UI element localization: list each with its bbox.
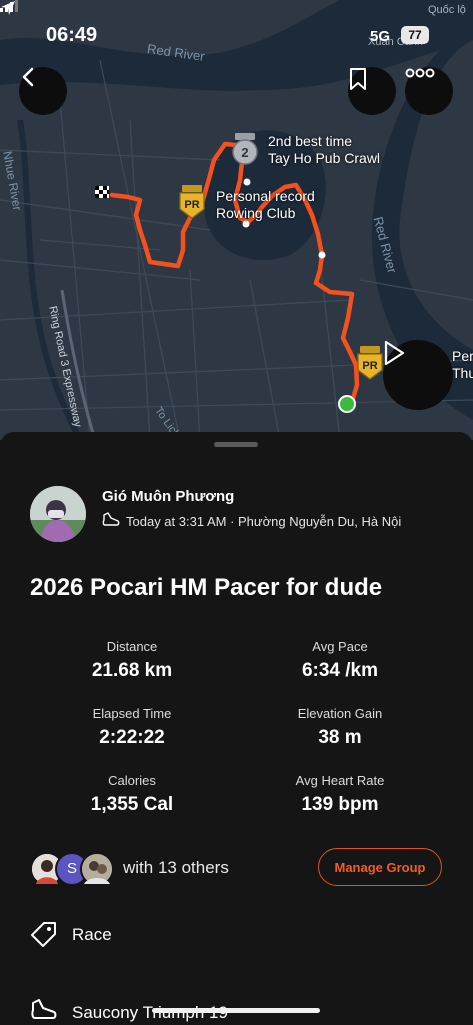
play-icon [384,340,405,366]
group-member-avatar [80,852,114,886]
stat-label-elevation-gain: Elevation Gain [297,706,383,721]
status-time: 06:49 [46,24,98,46]
sheet-drag-handle[interactable] [214,442,258,447]
flyover-play-button[interactable] [383,340,453,410]
stat-label-distance: Distance [106,639,158,654]
activity-details-sheet: Gió Muôn Phương Today at 3:31 AM · Phườn… [0,432,473,1024]
bookmark-button[interactable] [348,67,396,115]
stat-label-avg-heart-rate: Avg Heart Rate [295,773,385,788]
network-type: 5G [370,28,391,45]
manage-group-button[interactable]: Manage Group [318,848,442,886]
member-photo [82,854,112,884]
stat-value-avg-heart-rate: 139 bpm [301,794,379,815]
svg-text:PR: PR [362,360,377,372]
bookmark-icon [350,68,366,90]
activity-title: 2026 Pocari HM Pacer for dude [30,574,383,601]
more-options-icon [405,68,435,78]
segment-annotation-third[interactable]: Personal rec Thung [452,348,473,382]
svg-text:PR: PR [184,199,199,211]
back-button[interactable] [19,67,67,115]
user-avatar[interactable] [30,486,86,542]
user-name[interactable]: Gió Muôn Phương [102,488,234,505]
run-shoe-icon [102,512,120,526]
stat-value-elevation-gain: 38 m [318,727,362,748]
more-options-button[interactable] [405,67,453,115]
stat-label-calories: Calories [108,773,156,788]
signal-icon [0,0,18,12]
activity-map[interactable]: Red River Red River Nhue River Ring Road… [0,0,473,440]
status-bar: 06:49 5G 77 [0,0,473,60]
stat-value-distance: 21.68 km [91,660,173,681]
activity-meta: Today at 3:31 AM · Phường Nguyễn Du, Hà … [126,514,402,529]
stat-label-avg-pace: Avg Pace [312,639,368,654]
svg-text:2: 2 [241,145,248,160]
silver-medal-icon: 2 [232,133,258,165]
chevron-left-icon [22,67,34,87]
pr-medal-icon: PR [179,185,205,219]
shoe-icon [31,999,57,1019]
avatar-image [30,486,86,542]
activity-tag[interactable]: Race [72,925,112,945]
gear-shoe-name[interactable]: Saucony Triumph 19 [72,1003,228,1023]
stat-value-avg-pace: 6:34 /km [301,660,379,681]
stat-value-elapsed-time: 2:22:22 [99,727,165,748]
pr-medal-icon: PR [357,346,383,380]
segment-annotation-rowing-club[interactable]: Personal record Rowing Club [216,188,315,222]
segment-annotation-tay-ho[interactable]: 2nd best time Tay Ho Pub Crawl [268,133,380,167]
group-summary[interactable]: with 13 others [123,858,229,878]
home-indicator[interactable] [152,1008,320,1013]
stat-label-elapsed-time: Elapsed Time [92,706,172,721]
battery-indicator: 77 [401,26,429,44]
stat-value-calories: 1,355 Cal [90,794,174,815]
tag-icon [31,922,56,947]
